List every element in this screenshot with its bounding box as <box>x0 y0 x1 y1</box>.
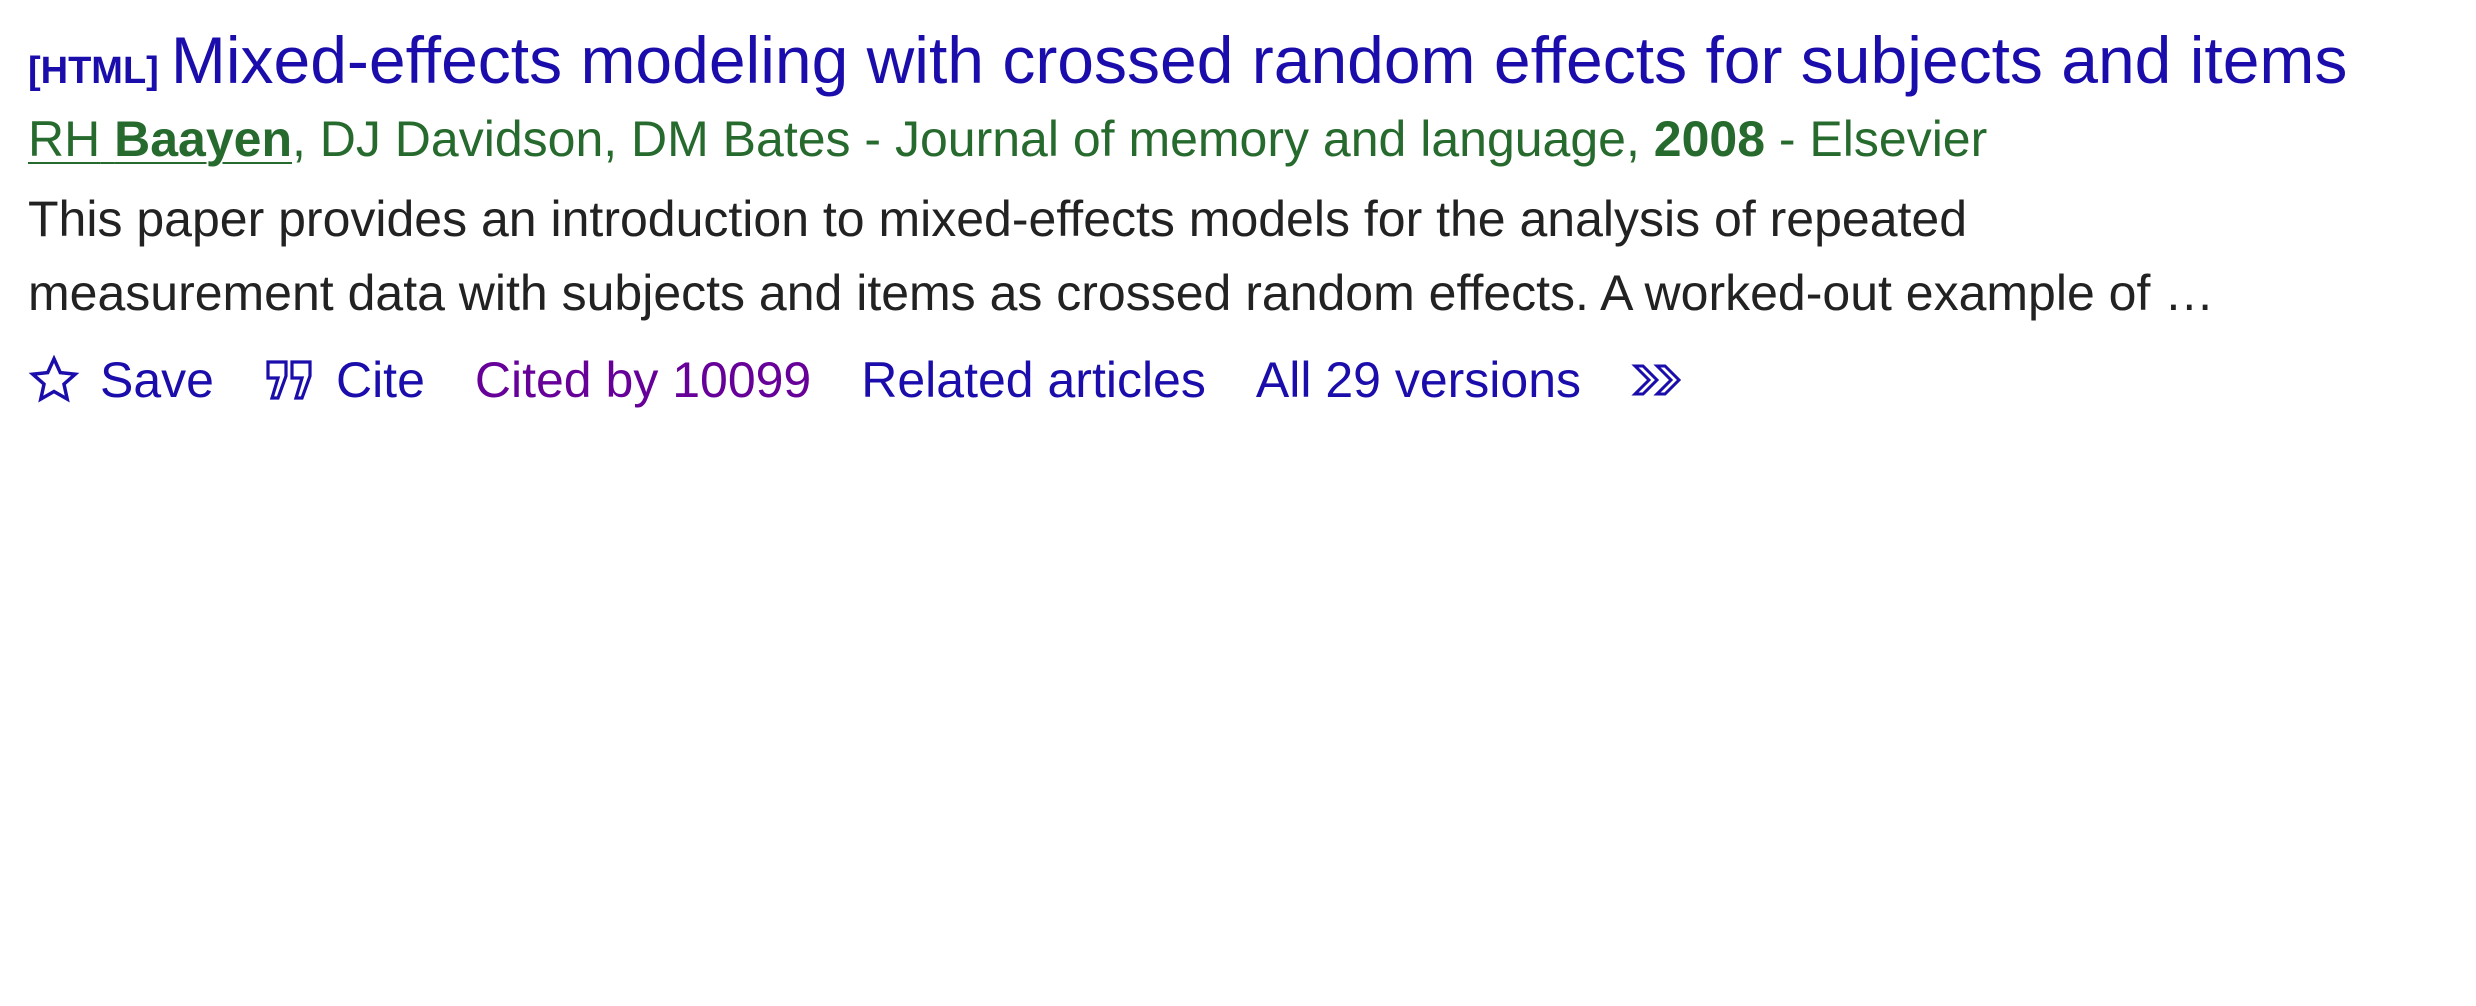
result-title-link[interactable]: Mixed-effects modeling with crossed rand… <box>171 23 2348 97</box>
quote-icon <box>264 358 316 402</box>
publication-year: 2008 <box>1653 111 1765 167</box>
cite-button[interactable]: Cite <box>264 351 425 409</box>
publisher: - Elsevier <box>1765 111 1988 167</box>
format-tag: [HTML] <box>28 50 159 92</box>
result-title-row: [HTML] Mixed-effects modeling with crosse… <box>28 22 2468 98</box>
related-articles-link[interactable]: Related articles <box>861 351 1206 409</box>
save-button[interactable]: Save <box>28 351 214 409</box>
author-link-baayen[interactable]: RH Baayen <box>28 111 292 167</box>
star-icon <box>28 354 80 406</box>
author-surname: Baayen <box>114 111 293 167</box>
all-versions-link[interactable]: All 29 versions <box>1256 351 1581 409</box>
result-snippet: This paper provides an introduction to m… <box>28 182 2428 330</box>
cited-by-link[interactable]: Cited by 10099 <box>475 351 811 409</box>
author-initials: RH <box>28 111 101 167</box>
snippet-line-2: measurement data with subjects and items… <box>28 265 2215 321</box>
more-button[interactable] <box>1631 358 1693 402</box>
authors-and-venue: , DJ Davidson, DM Bates - Journal of mem… <box>292 111 1654 167</box>
cite-label: Cite <box>335 352 425 408</box>
save-label: Save <box>100 352 214 408</box>
result-actions: Save Cite Cited by 10099 Related article… <box>28 340 2468 420</box>
search-result: [HTML] Mixed-effects modeling with crosse… <box>28 22 2468 420</box>
result-meta: RH Baayen, DJ Davidson, DM Bates - Journ… <box>28 104 2468 174</box>
more-icon <box>1631 358 1693 402</box>
snippet-line-1: This paper provides an introduction to m… <box>28 191 1968 247</box>
